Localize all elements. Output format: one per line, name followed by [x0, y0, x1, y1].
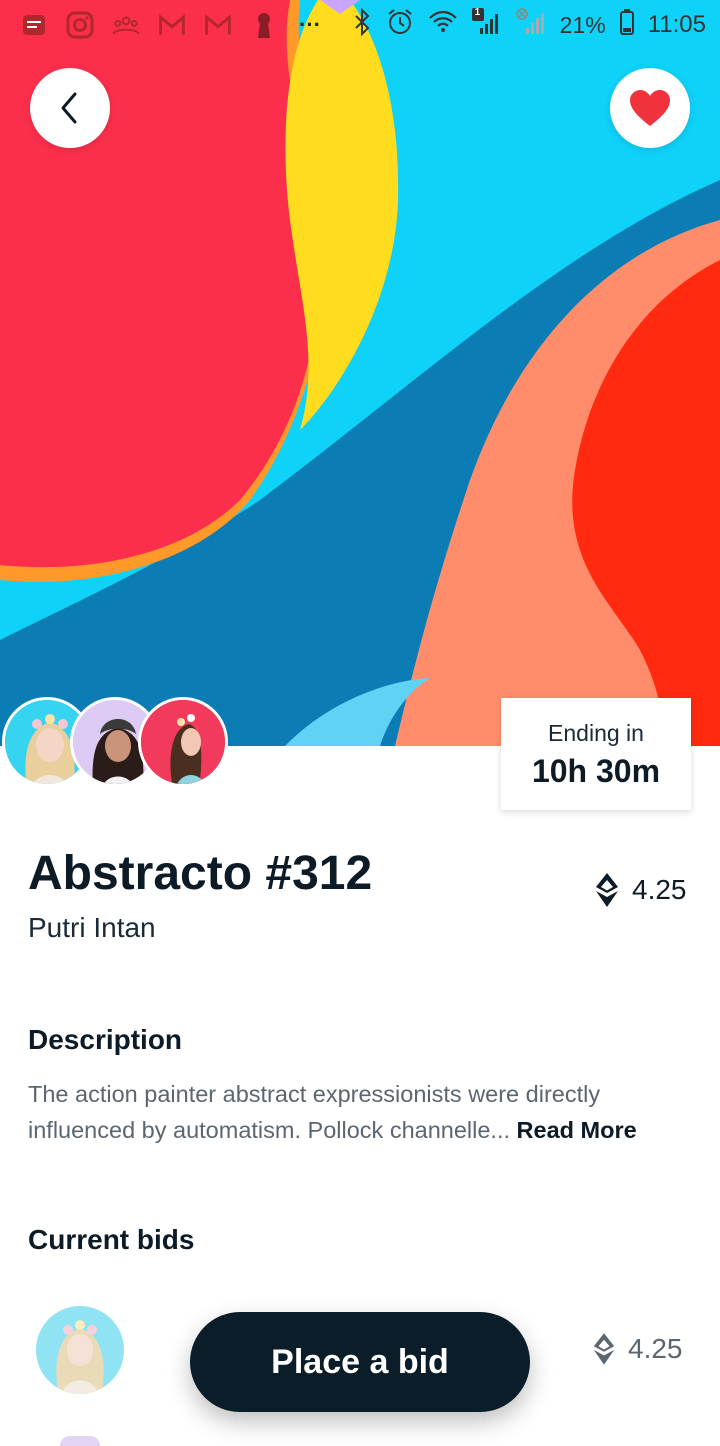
- artwork-price: 4.25: [594, 872, 687, 908]
- description-heading: Description: [28, 1024, 183, 1055]
- ending-label: Ending in: [548, 720, 644, 746]
- signal-icon: 1: [471, 6, 502, 43]
- keyhole-icon: [250, 11, 278, 39]
- network-badge: 1: [474, 6, 481, 18]
- read-more-link[interactable]: Read More: [517, 1117, 637, 1143]
- bluetooth-icon: [352, 7, 372, 43]
- place-bid-button[interactable]: Place a bid: [190, 1312, 530, 1412]
- bidder-avatar[interactable]: [60, 1436, 100, 1446]
- back-button[interactable]: [30, 68, 110, 148]
- gmail-icon: [158, 11, 186, 39]
- more-notifications-icon: ···: [299, 12, 321, 37]
- ending-time: 10h 30m: [531, 753, 661, 789]
- description-text: The action painter abstract expressionis…: [28, 1076, 692, 1148]
- owner-avatar[interactable]: [138, 697, 228, 787]
- ethereum-icon: [593, 1333, 615, 1365]
- bidder-avatar[interactable]: [36, 1306, 124, 1394]
- bid-amount: 4.25: [592, 1332, 683, 1366]
- artist-name[interactable]: Putri Intan: [28, 912, 156, 944]
- gmail-icon: [204, 11, 232, 39]
- favorite-button[interactable]: [610, 68, 690, 148]
- battery-icon: [619, 8, 634, 42]
- clock: 11:05: [647, 11, 706, 38]
- alarm-icon: [386, 8, 414, 43]
- system-status: 1 21% 11:05: [352, 6, 706, 43]
- heart-icon: [630, 90, 670, 126]
- price-value: 4.25: [632, 874, 687, 905]
- no-signal-icon: [515, 7, 546, 43]
- instagram-icon: [66, 11, 94, 39]
- bid-value: 4.25: [628, 1333, 683, 1364]
- chevron-left-icon: [61, 92, 77, 124]
- auction-countdown-card: Ending in 10h 30m: [501, 698, 691, 810]
- artwork-title: Abstracto #312: [28, 847, 373, 900]
- group-icon: [112, 11, 140, 39]
- current-bids-heading: Current bids: [28, 1224, 195, 1255]
- message-icon: [20, 11, 48, 39]
- status-bar: ··· 1 21% 11:05: [0, 0, 720, 50]
- notification-icons: ···: [20, 11, 324, 39]
- battery-percent: 21%: [559, 11, 606, 38]
- ethereum-icon: [596, 873, 618, 907]
- wifi-icon: [428, 8, 458, 43]
- description-body: The action painter abstract expressionis…: [28, 1081, 601, 1143]
